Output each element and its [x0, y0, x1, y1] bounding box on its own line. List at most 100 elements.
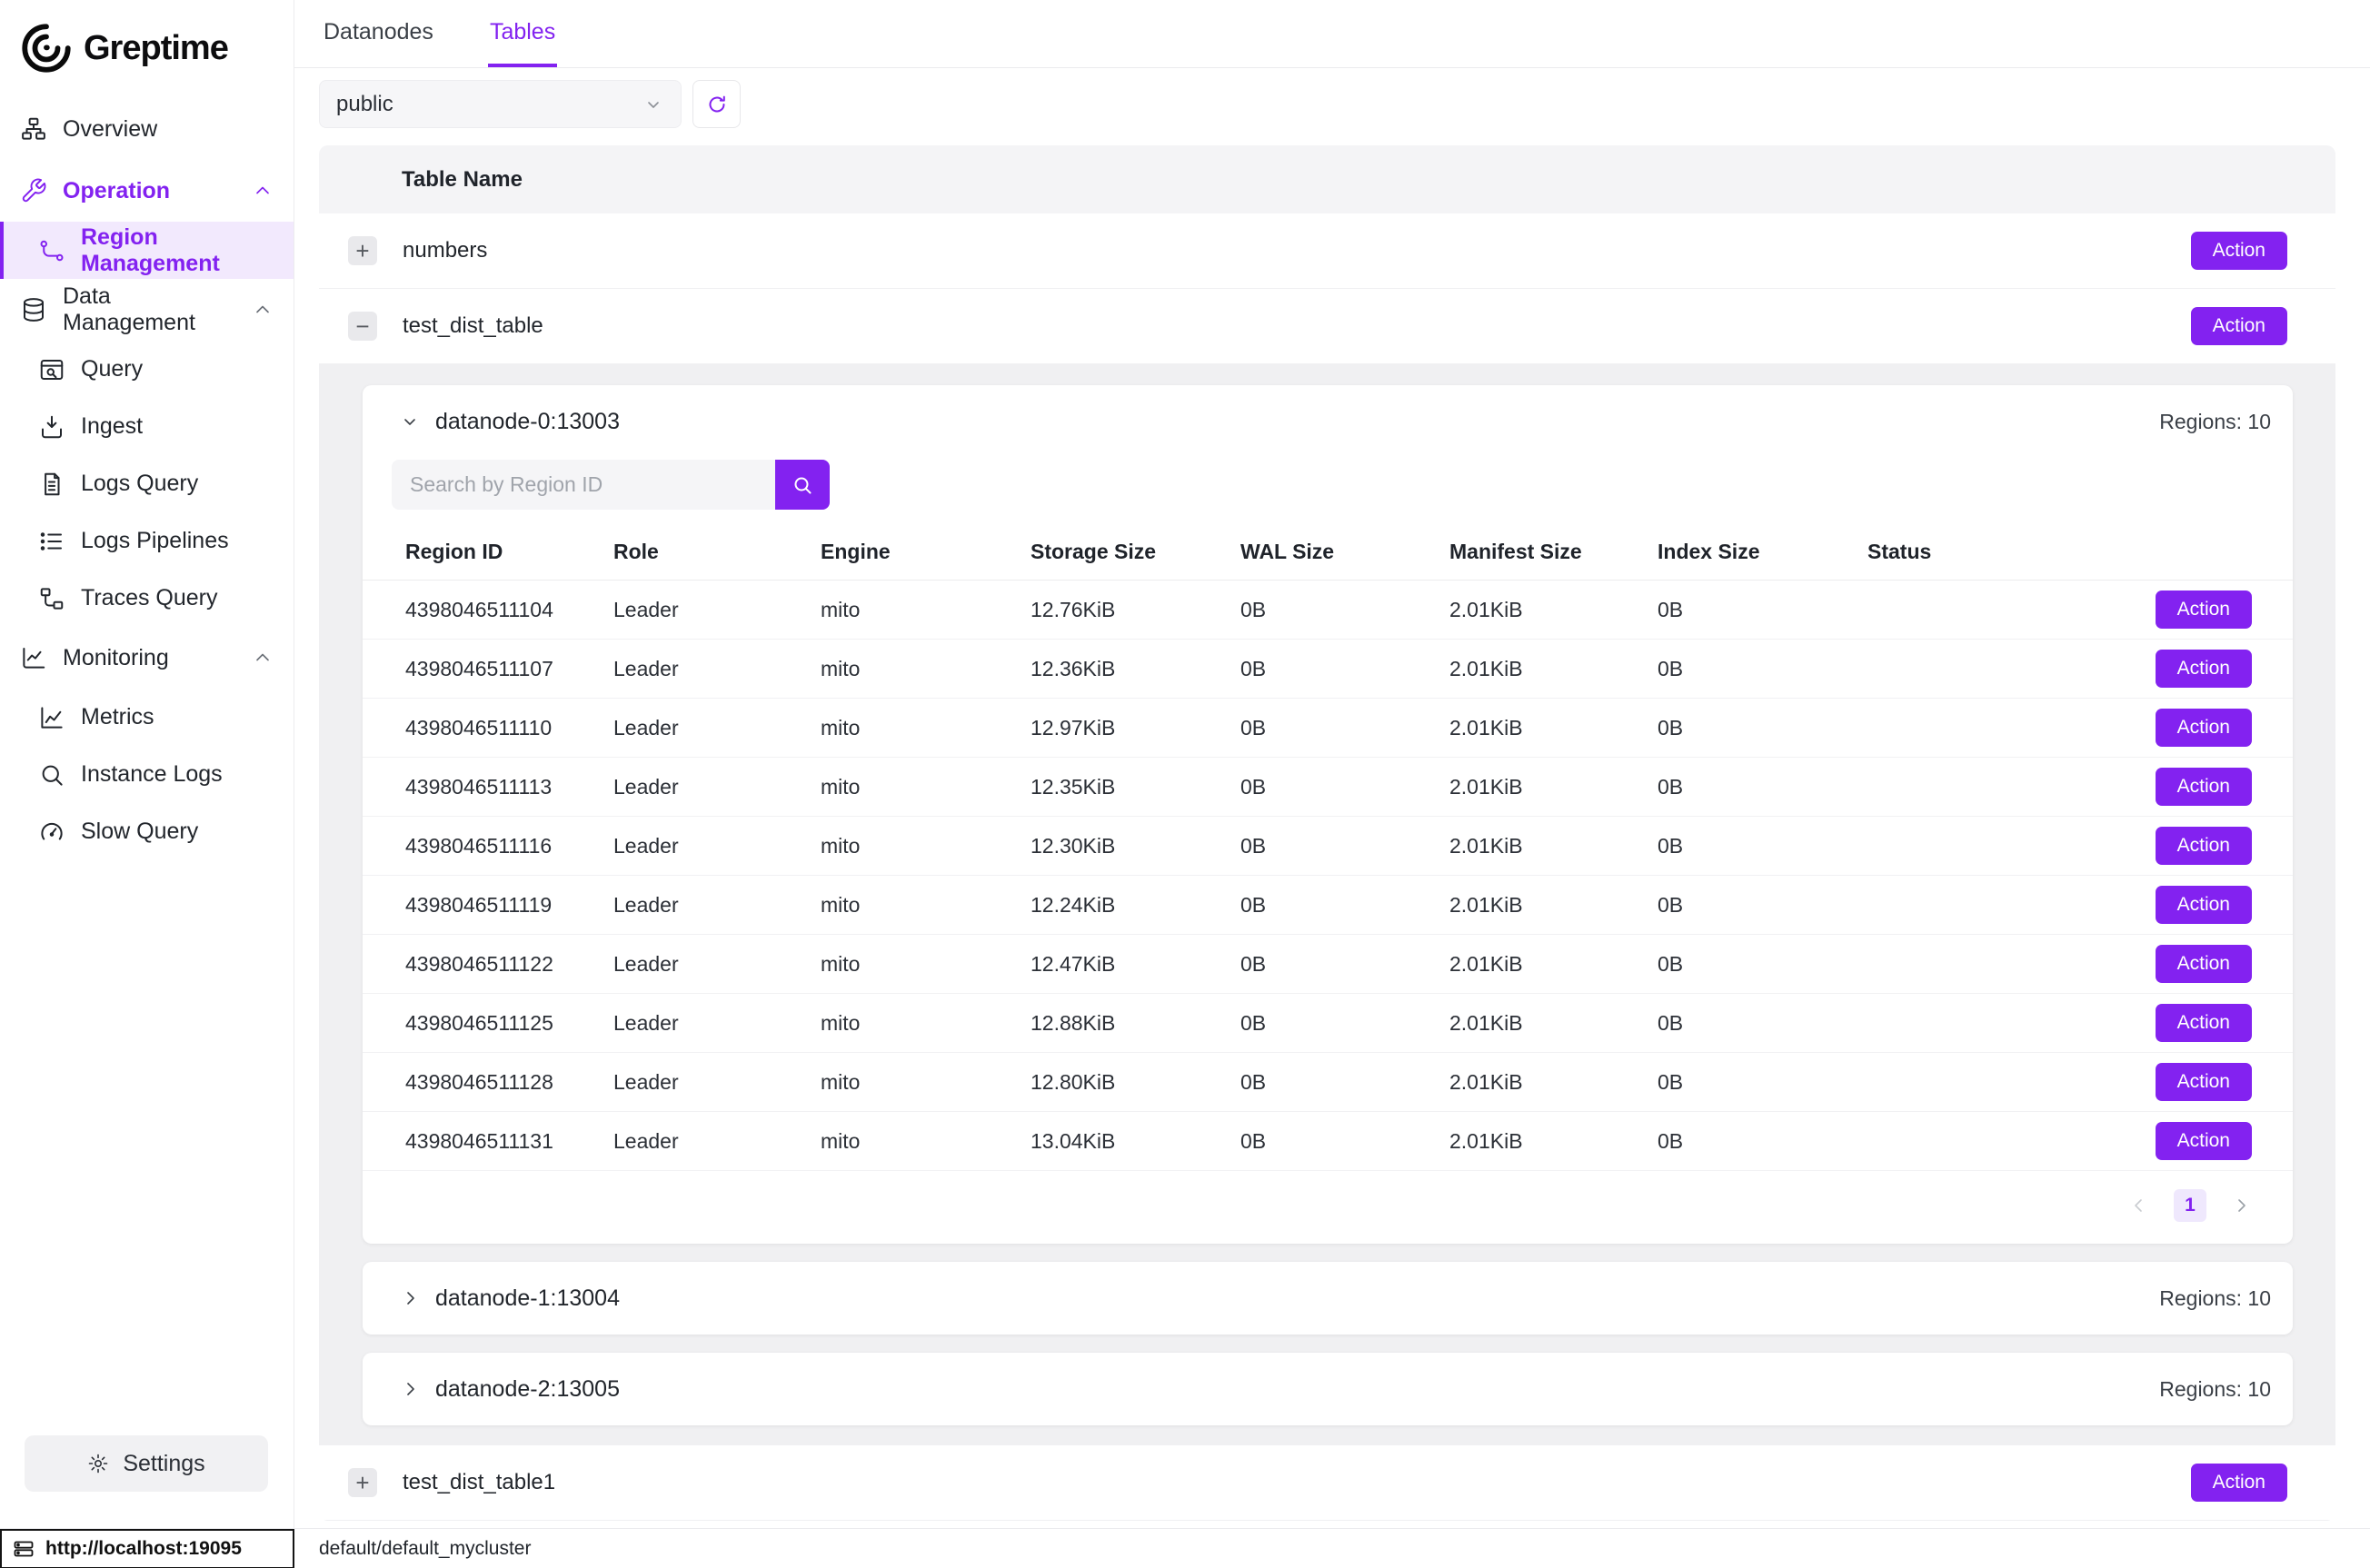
sidebar-item-slow-query[interactable]: Slow Query — [0, 803, 294, 860]
region-action-button[interactable]: Action — [2156, 709, 2252, 747]
region-action-button[interactable]: Action — [2156, 827, 2252, 865]
sidebar-item-traces-query[interactable]: Traces Query — [0, 570, 294, 627]
datanode-2-card: datanode-2:13005 Regions: 10 — [363, 1353, 2293, 1425]
datanode-0-header[interactable]: datanode-0:13003 Regions: 10 — [363, 385, 2293, 458]
region-management-icon — [38, 237, 65, 264]
engine-cell: mito — [821, 1129, 1031, 1154]
tab-tables[interactable]: Tables — [488, 0, 557, 67]
region-table-row: 4398046511122 Leader mito 12.47KiB 0B 2.… — [363, 935, 2293, 994]
datanode-1-header[interactable]: datanode-1:13004 Regions: 10 — [363, 1262, 2293, 1335]
collapse-minus-button[interactable]: − — [348, 312, 377, 341]
wal-size-cell: 0B — [1240, 1129, 1449, 1154]
page-number[interactable]: 1 — [2174, 1189, 2206, 1222]
region-table-row: 4398046511116 Leader mito 12.30KiB 0B 2.… — [363, 817, 2293, 876]
table-row-test-dist-table1: + test_dist_table1 Action — [319, 1445, 2335, 1521]
action-button[interactable]: Action — [2191, 307, 2287, 345]
brand-logo: Greptime — [0, 0, 294, 98]
index-size-cell: 0B — [1658, 834, 1867, 858]
table-row-test-dist-table: − test_dist_table Action — [319, 289, 2335, 364]
region-search — [392, 460, 2264, 510]
datanode-name: datanode-2:13005 — [435, 1376, 620, 1403]
storage-size-cell: 12.24KiB — [1031, 893, 1240, 918]
datanode-2-header[interactable]: datanode-2:13005 Regions: 10 — [363, 1353, 2293, 1425]
sidebar-item-label: Region Management — [81, 224, 294, 277]
expand-plus-button[interactable]: + — [348, 1468, 377, 1497]
table-row-numbers: + numbers Action — [319, 213, 2335, 289]
manifest-size-cell: 2.01KiB — [1449, 952, 1658, 977]
storage-size-cell: 12.47KiB — [1031, 952, 1240, 977]
previous-page-button[interactable] — [2128, 1195, 2150, 1216]
region-table-row: 4398046511113 Leader mito 12.35KiB 0B 2.… — [363, 758, 2293, 817]
sidebar-nav: Overview Operation Region Management Dat… — [0, 98, 294, 1528]
role-cell: Leader — [613, 834, 821, 858]
index-size-cell: 0B — [1658, 893, 1867, 918]
action-button[interactable]: Action — [2191, 1464, 2287, 1502]
region-action-button[interactable]: Action — [2156, 1004, 2252, 1042]
host-url: http://localhost:19095 — [45, 1538, 242, 1560]
region-id-cell: 4398046511122 — [405, 952, 613, 977]
manifest-size-cell: 2.01KiB — [1449, 1070, 1658, 1095]
sidebar-item-logs-query[interactable]: Logs Query — [0, 455, 294, 512]
action-button[interactable]: Action — [2191, 232, 2287, 270]
region-table-row: 4398046511104 Leader mito 12.76KiB 0B 2.… — [363, 581, 2293, 640]
region-search-input[interactable] — [392, 460, 775, 510]
storage-size-cell: 12.80KiB — [1031, 1070, 1240, 1095]
region-action-button[interactable]: Action — [2156, 590, 2252, 629]
sidebar-section-monitoring[interactable]: Monitoring — [0, 627, 294, 689]
sidebar-item-instance-logs[interactable]: Instance Logs — [0, 746, 294, 803]
cluster-name: default/default_mycluster — [319, 1538, 531, 1560]
sidebar-item-overview[interactable]: Overview — [0, 98, 294, 160]
wal-size-cell: 0B — [1240, 952, 1449, 977]
settings-button[interactable]: Settings — [25, 1435, 268, 1492]
schema-select-value: public — [336, 92, 393, 117]
sidebar-section-data-management[interactable]: Data Management — [0, 279, 294, 341]
sidebar-item-query[interactable]: Query — [0, 341, 294, 398]
sidebar-item-label: Metrics — [81, 704, 154, 730]
engine-cell: mito — [821, 1011, 1031, 1036]
col-engine: Engine — [821, 540, 1031, 564]
chevron-left-icon — [2128, 1195, 2150, 1216]
region-search-button[interactable] — [775, 460, 830, 510]
wal-size-cell: 0B — [1240, 775, 1449, 799]
index-size-cell: 0B — [1658, 1129, 1867, 1154]
sidebar-section-operation[interactable]: Operation — [0, 160, 294, 222]
regions-count: Regions: 10 — [2159, 1286, 2271, 1311]
region-action-button[interactable]: Action — [2156, 1122, 2252, 1160]
sidebar-item-label: Operation — [63, 178, 170, 204]
region-table-row: 4398046511107 Leader mito 12.36KiB 0B 2.… — [363, 640, 2293, 699]
role-cell: Leader — [613, 893, 821, 918]
tab-datanodes[interactable]: Datanodes — [322, 0, 435, 67]
region-id-cell: 4398046511128 — [405, 1070, 613, 1095]
sidebar-item-logs-pipelines[interactable]: Logs Pipelines — [0, 512, 294, 570]
table-name: test_dist_table1 — [403, 1470, 555, 1495]
refresh-button[interactable] — [692, 80, 741, 128]
sidebar-item-label: Data Management — [63, 283, 236, 336]
datanode-name: datanode-1:13004 — [435, 1285, 620, 1312]
manifest-size-cell: 2.01KiB — [1449, 1129, 1658, 1154]
region-table-row: 4398046511125 Leader mito 12.88KiB 0B 2.… — [363, 994, 2293, 1053]
region-table-row: 4398046511131 Leader mito 13.04KiB 0B 2.… — [363, 1112, 2293, 1171]
region-action-button[interactable]: Action — [2156, 886, 2252, 924]
sidebar-item-ingest[interactable]: Ingest — [0, 398, 294, 455]
manifest-size-cell: 2.01KiB — [1449, 775, 1658, 799]
region-action-button[interactable]: Action — [2156, 1063, 2252, 1101]
schema-select[interactable]: public — [319, 80, 682, 128]
sidebar-item-region-management[interactable]: Region Management — [0, 222, 294, 279]
server-icon — [13, 1538, 35, 1560]
refresh-icon — [706, 94, 728, 115]
sidebar-item-label: Traces Query — [81, 585, 218, 611]
expand-plus-button[interactable]: + — [348, 236, 377, 265]
region-action-button[interactable]: Action — [2156, 768, 2252, 806]
region-id-cell: 4398046511131 — [405, 1129, 613, 1154]
region-action-button[interactable]: Action — [2156, 945, 2252, 983]
region-action-button[interactable]: Action — [2156, 650, 2252, 688]
role-cell: Leader — [613, 775, 821, 799]
chevron-up-icon — [252, 180, 274, 202]
next-page-button[interactable] — [2230, 1195, 2252, 1216]
host-selector[interactable]: http://localhost:19095 — [0, 1529, 294, 1568]
sidebar-item-metrics[interactable]: Metrics — [0, 689, 294, 746]
settings-label: Settings — [123, 1451, 204, 1477]
chevron-right-icon — [399, 1287, 421, 1309]
index-size-cell: 0B — [1658, 1011, 1867, 1036]
metrics-icon — [38, 704, 65, 731]
